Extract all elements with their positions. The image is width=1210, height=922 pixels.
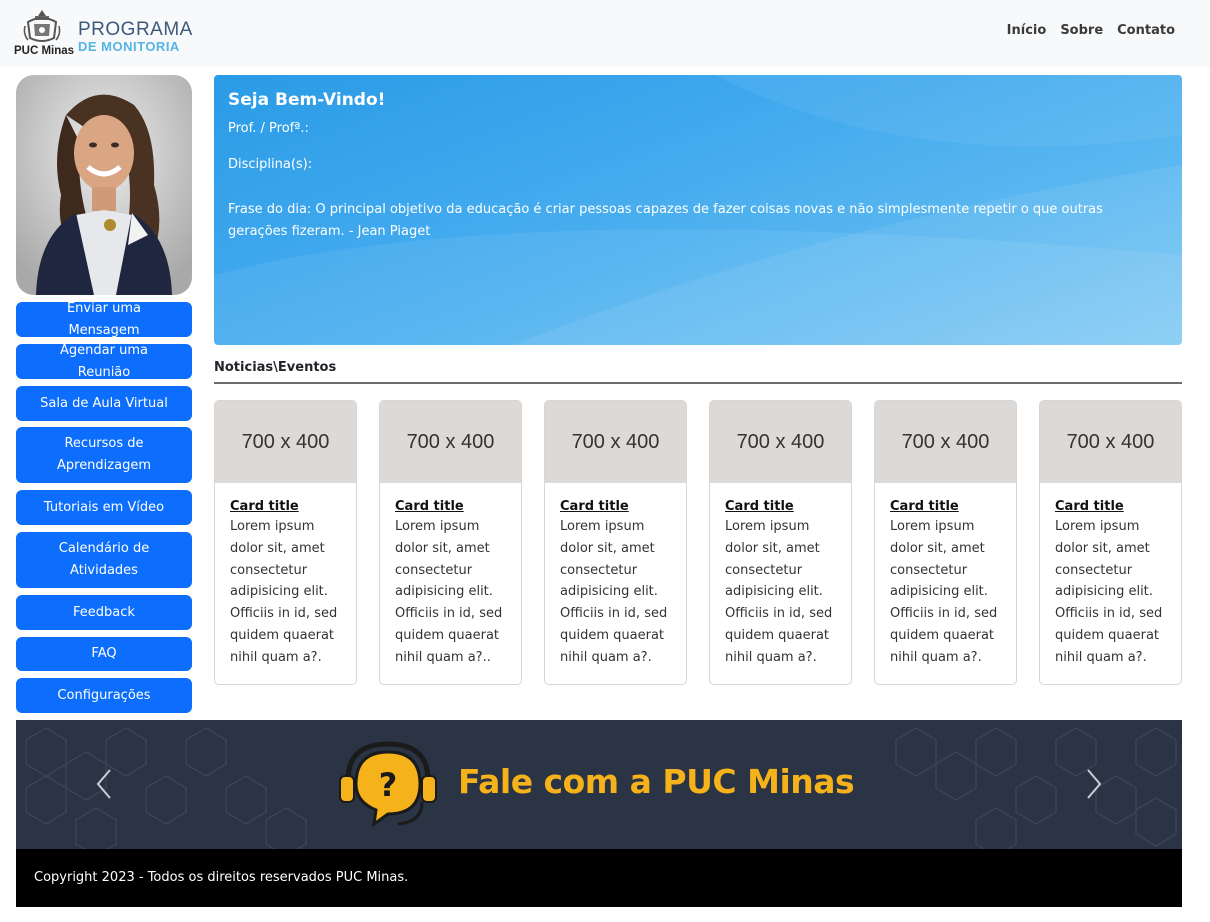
card-text: Lorem ipsum dolor sit, amet consectetur … (890, 519, 998, 665)
news-card[interactable]: 700 x 400 Card title Lorem ipsum dolor s… (709, 400, 852, 685)
program-line2: DE MONITORIA (78, 39, 180, 54)
nav-contato-link[interactable]: Contato (1117, 23, 1175, 38)
news-card[interactable]: 700 x 400 Card title Lorem ipsum dolor s… (1039, 400, 1182, 685)
send-message-button[interactable]: Enviar uma Mensagem (16, 301, 192, 338)
card-text: Lorem ipsum dolor sit, amet consectetur … (230, 519, 338, 665)
professor-photo (16, 75, 192, 295)
nav-inicio-link[interactable]: Início (1007, 23, 1047, 38)
quote-of-the-day: Frase do dia: O principal objetivo da ed… (228, 202, 1103, 239)
headset-question-icon: ? (339, 741, 437, 828)
program-line1: PROGRAMA (78, 19, 193, 40)
video-tutorials-button[interactable]: Tutoriais em Vídeo (16, 490, 192, 525)
news-heading: Noticias\Eventos (214, 360, 337, 375)
welcome-title: Seja Bem-Vindo! (228, 90, 386, 110)
card-text: Lorem ipsum dolor sit, amet consectetur … (395, 519, 503, 665)
activity-calendar-button[interactable]: Calendário de Atividades (16, 532, 192, 588)
card-image-placeholder: 700 x 400 (380, 401, 521, 483)
card-image-placeholder: 700 x 400 (1040, 401, 1181, 483)
news-divider (214, 382, 1182, 384)
settings-button[interactable]: Configurações (16, 678, 192, 713)
card-text: Lorem ipsum dolor sit, amet consectetur … (725, 519, 833, 665)
top-navbar: PUC Minas PROGRAMA DE MONITORIA Início S… (0, 0, 1210, 67)
card-image-placeholder: 700 x 400 (875, 401, 1016, 483)
card-text: Lorem ipsum dolor sit, amet consectetur … (560, 519, 668, 665)
card-title[interactable]: Card title (725, 499, 851, 514)
welcome-panel: Seja Bem-Vindo! Prof. / Profª.: Discipli… (214, 75, 1182, 345)
schedule-meeting-button[interactable]: Agendar uma Reunião (16, 343, 192, 380)
feedback-button[interactable]: Feedback (16, 595, 192, 630)
card-image-placeholder: 700 x 400 (215, 401, 356, 483)
copyright-text: Copyright 2023 - Todos os direitos reser… (34, 870, 409, 885)
card-title[interactable]: Card title (1055, 499, 1181, 514)
nav-links: Início Sobre Contato (1007, 23, 1175, 38)
chevron-left-icon[interactable] (94, 768, 114, 800)
brand-logo[interactable]: PUC Minas PROGRAMA DE MONITORIA (14, 8, 193, 60)
svg-text:?: ? (379, 766, 398, 804)
program-logo-text: PROGRAMA DE MONITORIA (78, 20, 193, 53)
nav-sobre-link[interactable]: Sobre (1060, 23, 1103, 38)
learning-resources-button[interactable]: Recursos de Aprendizagem (16, 427, 192, 483)
faq-button[interactable]: FAQ (16, 637, 192, 671)
news-card[interactable]: 700 x 400 Card title Lorem ipsum dolor s… (214, 400, 357, 685)
crest-label: PUC Minas (14, 45, 75, 57)
carousel-banner[interactable]: ? Fale com a PUC Minas (16, 720, 1182, 850)
disciplina-label: Disciplina(s): (228, 157, 313, 172)
puc-crest-logo: PUC Minas (14, 8, 75, 58)
card-title[interactable]: Card title (230, 499, 356, 514)
card-title[interactable]: Card title (395, 499, 521, 514)
chevron-right-icon[interactable] (1084, 768, 1104, 800)
page-footer: Copyright 2023 - Todos os direitos reser… (16, 849, 1182, 907)
virtual-classroom-button[interactable]: Sala de Aula Virtual (16, 386, 192, 421)
card-image-placeholder: 700 x 400 (710, 401, 851, 483)
card-image-placeholder: 700 x 400 (545, 401, 686, 483)
card-text: Lorem ipsum dolor sit, amet consectetur … (1055, 519, 1163, 665)
banner-slide-text: Fale com a PUC Minas (458, 762, 855, 801)
professor-label: Prof. / Profª.: (228, 121, 309, 136)
news-card[interactable]: 700 x 400 Card title Lorem ipsum dolor s… (379, 400, 522, 685)
news-card[interactable]: 700 x 400 Card title Lorem ipsum dolor s… (544, 400, 687, 685)
card-title[interactable]: Card title (560, 499, 686, 514)
card-title[interactable]: Card title (890, 499, 1016, 514)
news-card[interactable]: 700 x 400 Card title Lorem ipsum dolor s… (874, 400, 1017, 685)
